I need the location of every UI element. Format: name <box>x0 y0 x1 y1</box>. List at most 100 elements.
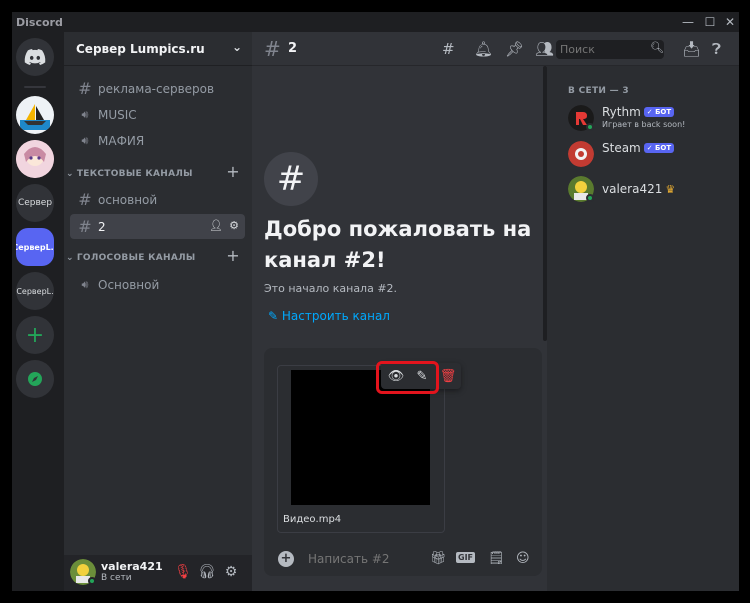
discord-window: Discord — ☐ ✕ Сервер ерверL. СерверL. + … <box>12 12 739 591</box>
app-title: Discord <box>16 15 63 29</box>
channel-label: основной <box>98 192 158 207</box>
search-input[interactable] <box>556 40 664 59</box>
hash-icon: # <box>78 79 92 98</box>
anime-server-icon <box>16 140 54 178</box>
speaker-icon: 🔊︎ <box>81 107 89 121</box>
member-name: Steam ✓ БОТ <box>602 141 675 155</box>
rail-divider <box>24 86 46 88</box>
member-rythm[interactable]: Rythm ✓ БОТ Играет в back soon! <box>568 105 738 135</box>
headphones-icon[interactable]: 🎧︎ <box>198 564 216 580</box>
add-server-button[interactable]: + <box>16 316 54 354</box>
mic-muted-icon[interactable]: 🎙︎ <box>174 564 192 580</box>
server-lumpics-active[interactable]: СерверL.r <box>16 228 54 266</box>
threads-icon[interactable]: # <box>442 40 455 58</box>
server-anime[interactable] <box>16 140 54 178</box>
voice-channel-osnovnoy[interactable]: 🔊︎ Основной <box>70 272 245 297</box>
add-channel-icon[interactable]: + <box>226 162 240 181</box>
trash-icon[interactable]: 🗑︎ <box>439 369 457 384</box>
gif-button[interactable]: GIF <box>456 552 476 563</box>
title-bar: Discord — ☐ ✕ <box>12 12 739 32</box>
pin-icon[interactable]: 📌︎ <box>505 40 524 58</box>
category-label: ТЕКСТОВЫЕ КАНАЛЫ <box>76 169 193 179</box>
speaker-icon: 🔊︎ <box>81 277 89 291</box>
message-input[interactable] <box>308 551 418 567</box>
gear-icon[interactable]: ⚙ <box>229 219 239 232</box>
sticker-icon[interactable]: 🗒︎ <box>488 551 505 566</box>
server-plain[interactable]: Сервер <box>16 184 54 222</box>
setup-channel-link[interactable]: ✎ Настроить канал <box>268 309 390 323</box>
member-steam[interactable]: Steam ✓ БОТ <box>568 141 738 171</box>
channel-label: Основной <box>98 277 160 292</box>
channel-2[interactable]: # 2 👤︎ ⚙ <box>70 214 245 239</box>
chevron-down-icon: ⌄ <box>66 169 74 179</box>
gift-icon[interactable]: 🎁︎ <box>430 551 447 566</box>
channel-music[interactable]: 🔊︎ MUSIC <box>70 102 245 127</box>
discover-button[interactable] <box>16 360 54 398</box>
steam-avatar-icon <box>568 141 594 167</box>
server-boat[interactable] <box>16 96 54 134</box>
settings-gear-icon[interactable]: ⚙ <box>222 564 240 580</box>
invite-icon[interactable]: 👤︎ <box>209 219 223 232</box>
minimize-button[interactable]: — <box>676 12 700 32</box>
voice-category[interactable]: ⌄ ГОЛОСОВЫЕ КАНАЛЫ + <box>66 246 246 266</box>
server-l[interactable]: СерверL. <box>16 272 54 310</box>
hash-icon: # <box>264 37 281 61</box>
boat-server-icon <box>20 104 50 130</box>
upload-plus-icon[interactable]: + <box>278 551 294 567</box>
member-valera[interactable]: valera421 ♛ <box>568 176 738 206</box>
welcome-title: Добро пожаловать на канал #2! <box>264 217 532 272</box>
server-rail: Сервер СерверL.r СерверL. + <box>12 32 64 591</box>
channel-mafia[interactable]: 🔊︎ МАФИЯ <box>70 128 245 153</box>
add-channel-icon[interactable]: + <box>226 246 240 265</box>
channel-label: МАФИЯ <box>98 133 145 148</box>
member-name-text: Steam <box>602 141 641 155</box>
welcome-subtitle: Это начало канала #2. <box>264 282 398 295</box>
online-status-dot <box>586 194 594 202</box>
online-category: В СЕТИ — 3 <box>568 86 629 96</box>
bot-badge: ✓ БОТ <box>643 107 675 117</box>
channel-label: 2 <box>98 219 106 234</box>
text-category[interactable]: ⌄ ТЕКСТОВЫЕ КАНАЛЫ + <box>66 162 246 182</box>
hash-icon: # <box>78 190 92 209</box>
hash-icon: # <box>78 217 92 236</box>
speaker-icon: 🔊︎ <box>81 133 89 147</box>
chevron-down-icon: ⌄ <box>66 253 74 263</box>
channel-reklama[interactable]: # реклама-серверов <box>70 76 245 101</box>
channel-topbar: # 2 # 🔔︎ 📌︎ 👥︎ 🔍︎ 📥︎ ❓︎ <box>252 32 739 66</box>
members-icon[interactable]: 👥︎ <box>535 40 554 58</box>
help-icon[interactable]: ❓︎ <box>712 40 721 58</box>
online-status-dot <box>586 123 594 131</box>
chevron-down-icon: ⌄ <box>231 40 242 54</box>
search-icon: 🔍︎ <box>650 41 664 54</box>
setup-channel-label: Настроить канал <box>281 309 390 323</box>
inbox-icon[interactable]: 📥︎ <box>682 40 701 58</box>
discord-home-button[interactable] <box>16 38 54 76</box>
member-name-text: valera421 <box>602 182 663 196</box>
highlight-box <box>376 361 439 394</box>
discord-logo-icon <box>24 49 46 65</box>
member-name-text: Rythm <box>602 105 641 119</box>
online-status-dot <box>88 577 96 585</box>
member-activity: Играет в back soon! <box>602 120 686 129</box>
user-status: В сети <box>101 573 132 583</box>
bell-icon[interactable]: 🔔︎ <box>474 40 493 58</box>
close-button[interactable]: ✕ <box>718 12 739 32</box>
crown-icon: ♛ <box>665 183 676 196</box>
member-name: valera421 ♛ <box>602 182 675 196</box>
channel-title: 2 <box>288 41 298 56</box>
member-name: Rythm ✓ БОТ <box>602 105 675 119</box>
category-label: ГОЛОСОВЫЕ КАНАЛЫ <box>76 253 196 263</box>
user-panel: valera421 В сети 🎙︎ 🎧︎ ⚙ <box>64 555 252 591</box>
server-header[interactable]: Сервер Lumpics.ru ⌄ <box>64 32 252 66</box>
welcome-hash-icon: # <box>264 152 318 206</box>
channel-sidebar: Сервер Lumpics.ru ⌄ # реклама-серверов 🔊… <box>64 32 252 591</box>
bot-badge: ✓ БОТ <box>643 143 675 153</box>
username: valera421 <box>101 560 163 573</box>
attachment-filename: Видео.mp4 <box>283 514 342 525</box>
channel-label: MUSIC <box>98 107 137 122</box>
channel-osnovnoy[interactable]: # основной <box>70 187 245 212</box>
compass-icon <box>28 372 42 386</box>
message-composer: + 🎁︎ GIF 🗒︎ ☺ <box>264 542 542 576</box>
server-name: Сервер Lumpics.ru <box>76 41 205 56</box>
emoji-icon[interactable]: ☺ <box>516 551 530 566</box>
